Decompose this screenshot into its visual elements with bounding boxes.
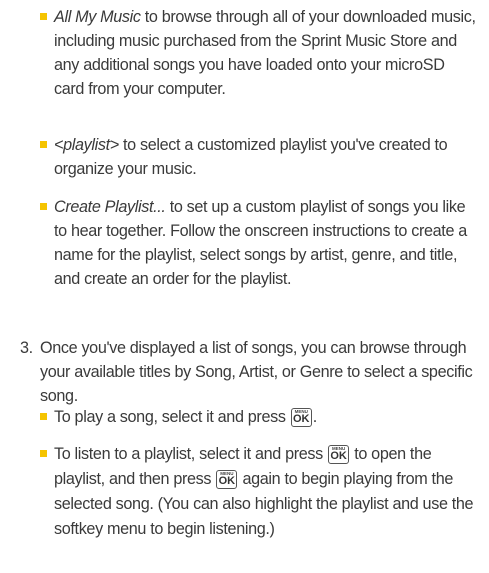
bullet-create-playlist: Create Playlist... to set up a custom pl… xyxy=(40,195,478,291)
bullet-square xyxy=(40,450,47,457)
step-number: 3. xyxy=(20,339,33,357)
menu-ok-key-icon: MENU OK xyxy=(290,408,312,427)
menu-ok-key-icon: MENU OK xyxy=(216,470,238,489)
bullet-play-song: To play a song, select it and press MENU… xyxy=(40,405,478,429)
step-3: 3. Once you've displayed a list of songs… xyxy=(20,336,480,408)
menu-term-create-playlist: Create Playlist... xyxy=(54,198,166,216)
bullet-square xyxy=(40,141,47,148)
menu-term-playlist: <playlist> xyxy=(54,136,119,154)
bullet-text: To play a song, select it and press MENU… xyxy=(54,408,317,427)
bullet-playlist: <playlist> to select a customized playli… xyxy=(40,133,478,181)
bullet-all-my-music: All My Music to browse through all of yo… xyxy=(40,5,478,101)
bullet-text: To listen to a playlist, select it and p… xyxy=(54,445,474,538)
menu-term-all-my-music: All My Music xyxy=(54,8,141,26)
menu-ok-key-icon: MENU OK xyxy=(328,445,350,464)
step-text: Once you've displayed a list of songs, y… xyxy=(40,339,473,405)
bullet-square xyxy=(40,203,47,210)
bullet-square xyxy=(40,413,47,420)
bullet-text: All My Music to browse through all of yo… xyxy=(40,5,478,101)
bullet-listen-playlist: To listen to a playlist, select it and p… xyxy=(40,442,478,542)
bullet-text: <playlist> to select a customized playli… xyxy=(40,133,478,181)
bullet-square xyxy=(40,13,47,20)
manual-page: All My Music to browse through all of yo… xyxy=(0,0,489,573)
bullet-text: Create Playlist... to set up a custom pl… xyxy=(40,195,478,291)
